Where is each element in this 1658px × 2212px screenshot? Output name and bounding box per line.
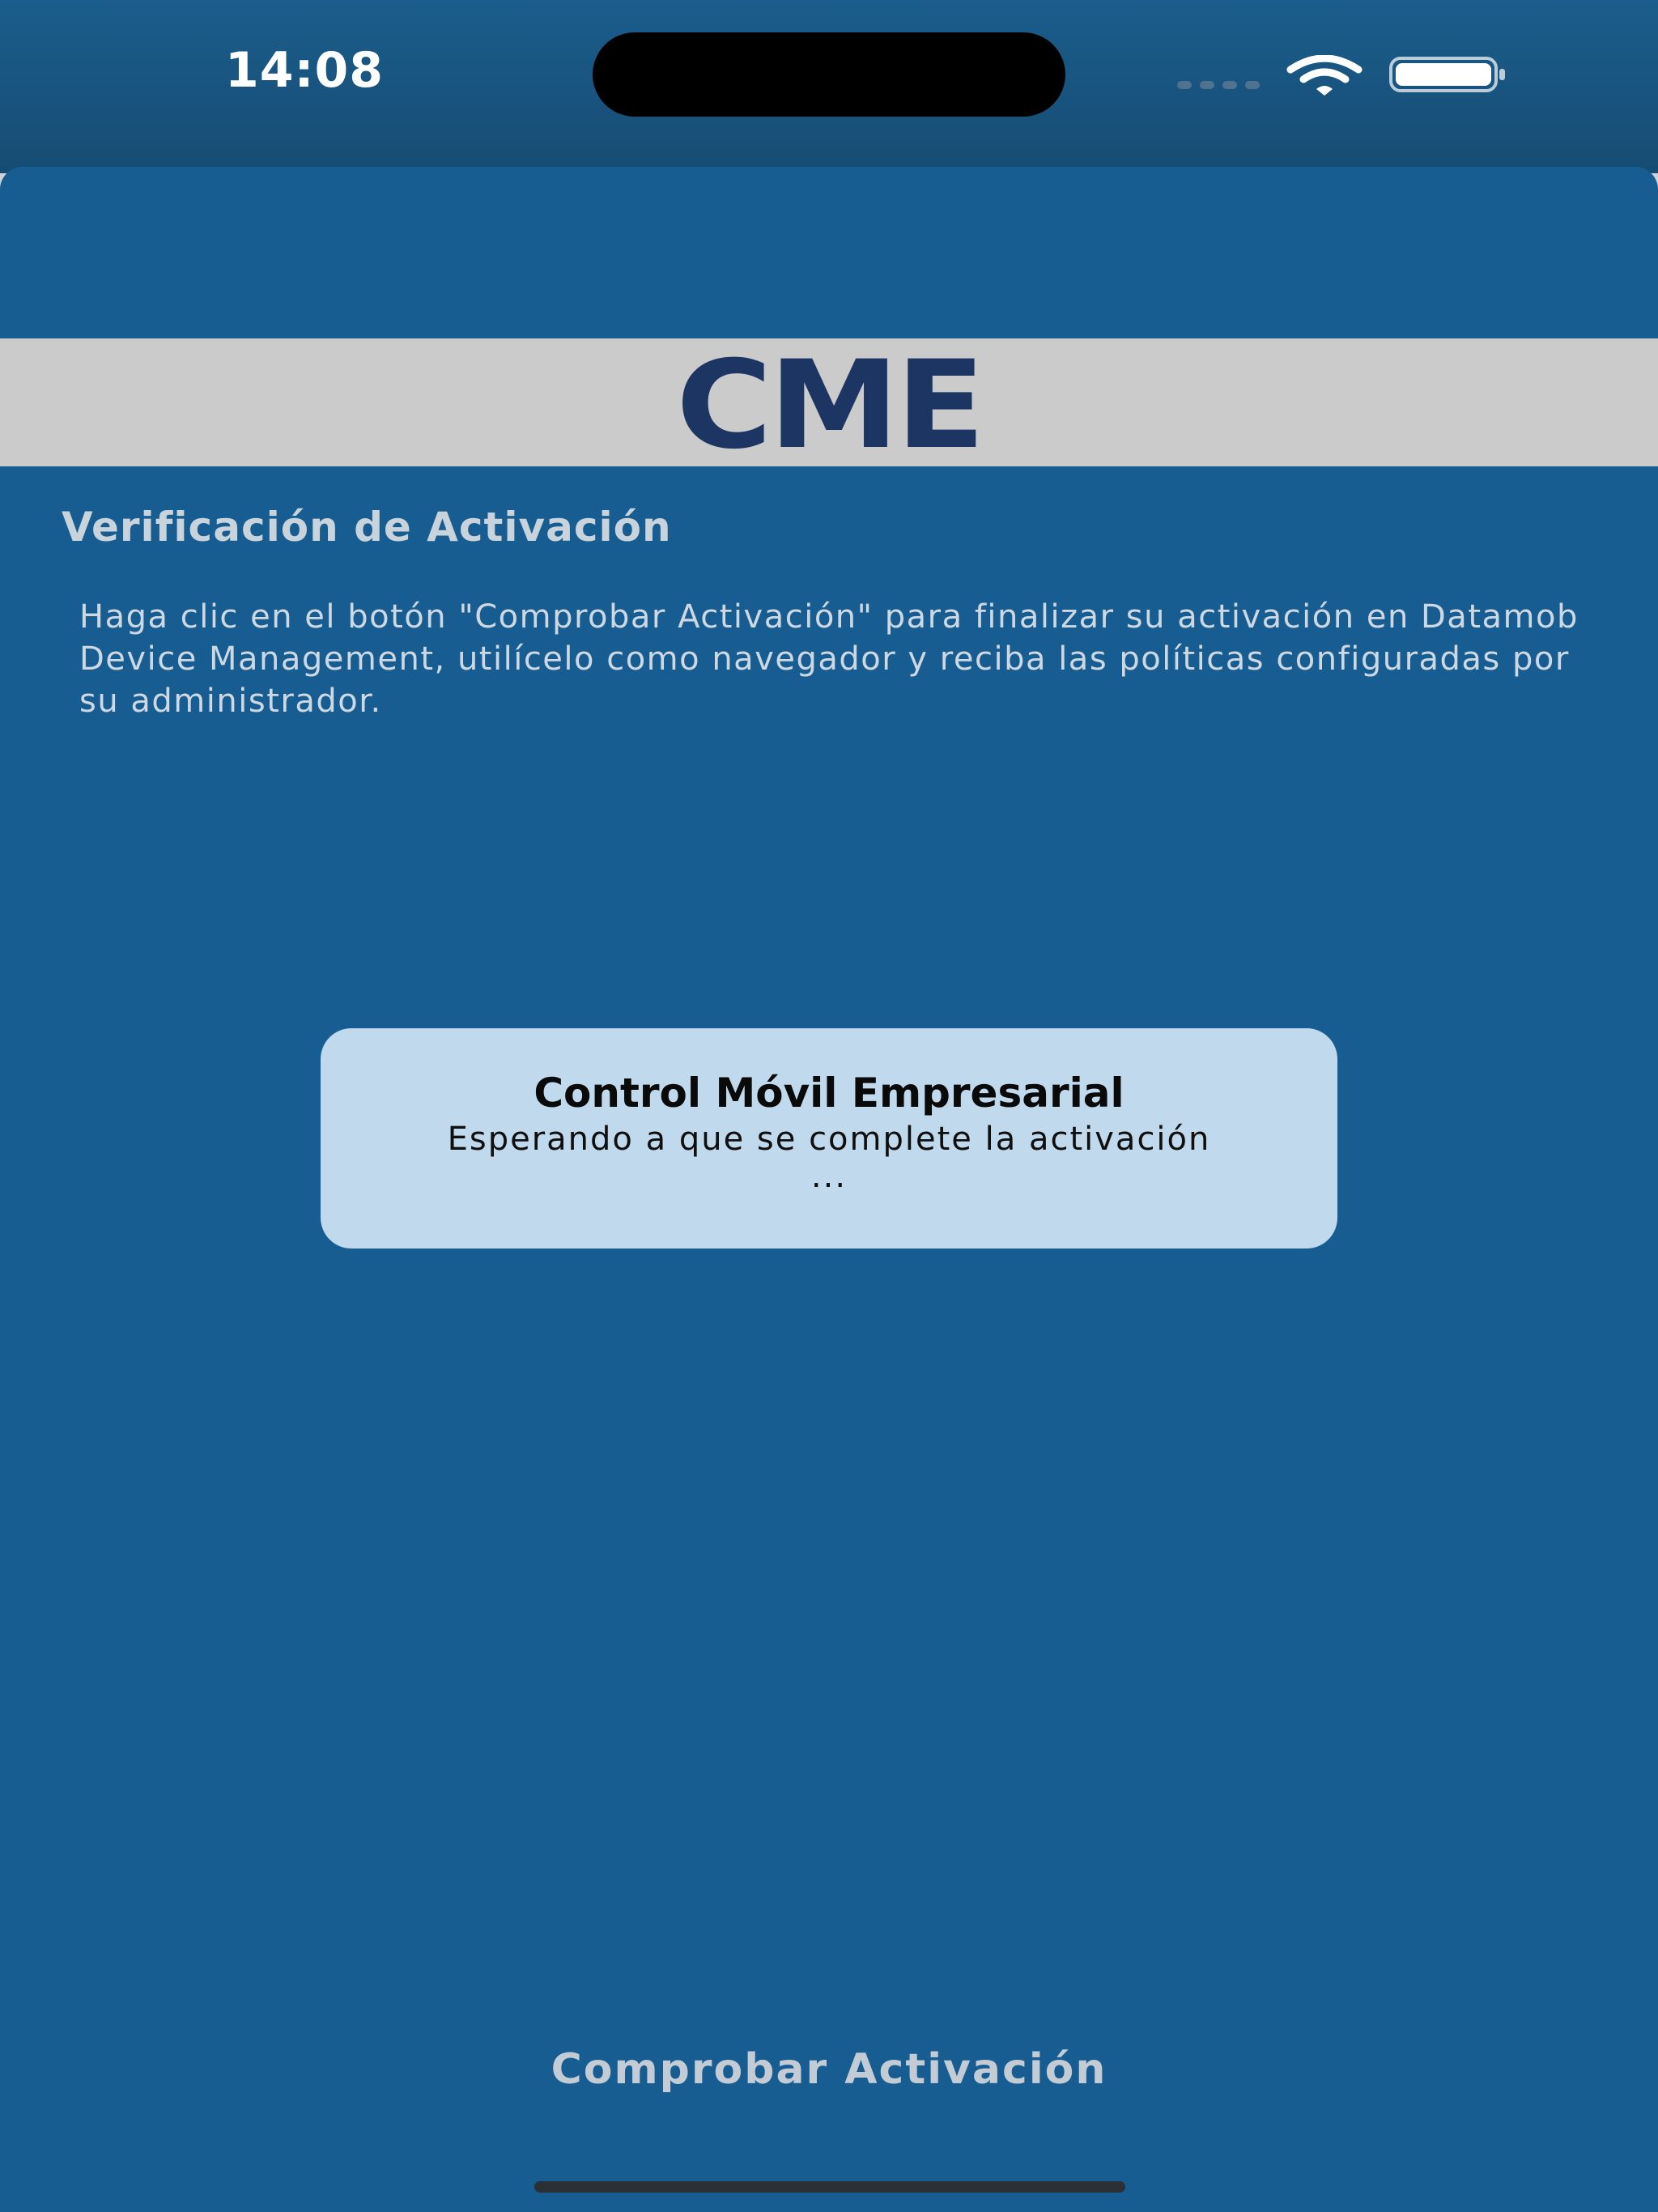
cellular-signal-icon	[1177, 81, 1260, 89]
page-title: Verificación de Activación	[62, 504, 672, 551]
wifi-icon	[1286, 55, 1363, 96]
cme-logo: CME	[676, 335, 985, 476]
dialog-title: Control Móvil Empresarial	[534, 1070, 1124, 1117]
logo-header: CME	[0, 338, 1658, 466]
status-bar: 14:08	[0, 0, 1658, 173]
check-activation-button[interactable]: Comprobar Activación	[0, 2045, 1658, 2094]
dynamic-island	[593, 32, 1065, 117]
home-indicator[interactable]	[534, 2181, 1125, 2193]
battery-icon	[1389, 57, 1505, 92]
instructions-text: Haga clic en el botón "Comprobar Activac…	[79, 598, 1579, 720]
status-time: 14:08	[225, 42, 384, 99]
dialog-message: Esperando a que se complete la activació…	[447, 1121, 1211, 1195]
activation-alert-dialog: Control Móvil Empresarial Esperando a qu…	[321, 1028, 1337, 1249]
